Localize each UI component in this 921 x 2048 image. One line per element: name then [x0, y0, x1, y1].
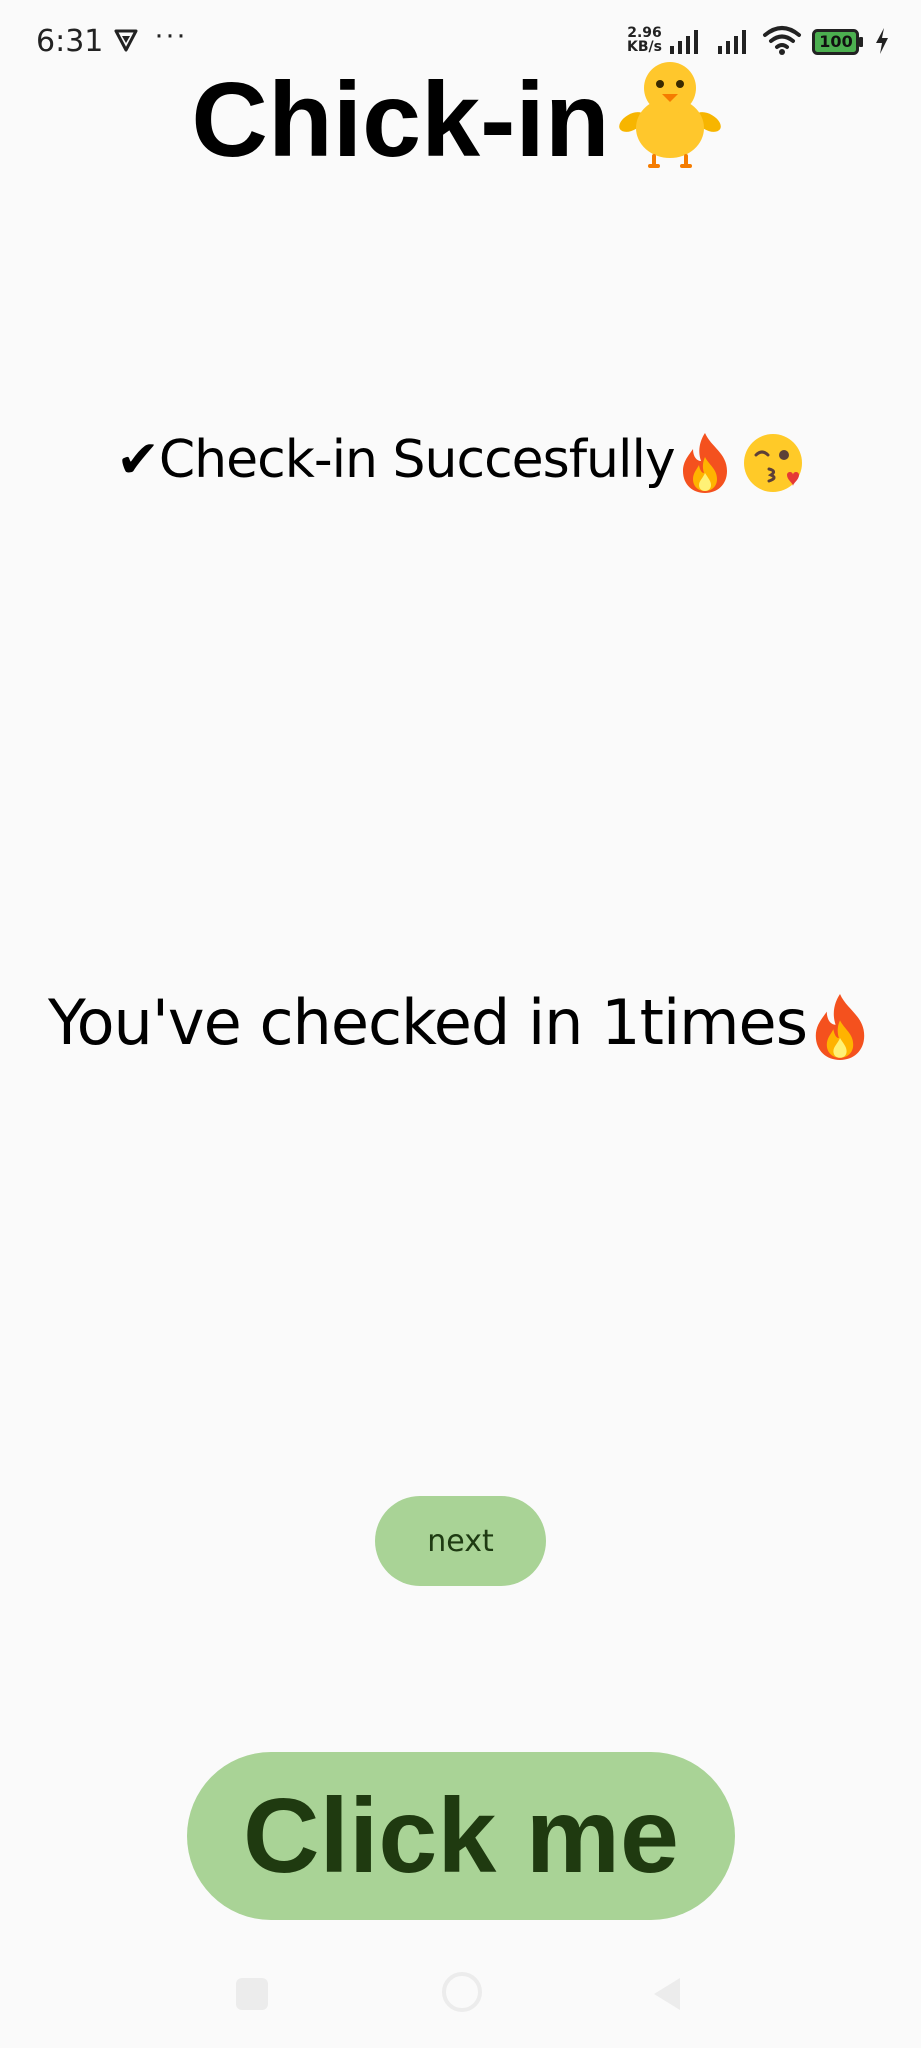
more-notifications-indicator: ···	[154, 18, 187, 51]
recents-icon[interactable]	[236, 1978, 268, 2010]
checkin-count-message: You've checked in 1times	[0, 978, 921, 1068]
network-speed-value: 2.96	[627, 25, 662, 41]
fire-icon	[815, 993, 865, 1060]
app-title: Chick-in	[0, 50, 921, 185]
back-icon[interactable]	[648, 1974, 684, 2014]
next-button[interactable]: next	[375, 1496, 546, 1586]
app-title-text: Chick-in	[191, 61, 610, 179]
checkin-count-text: You've checked in 1times	[47, 986, 808, 1059]
checkin-success-text: ✔Check-in Succesfully	[116, 430, 675, 490]
battery-level: 100	[819, 32, 853, 51]
chick-icon	[618, 62, 721, 168]
home-icon[interactable]	[442, 1972, 482, 2012]
kiss-face-icon	[743, 434, 802, 492]
click-me-button[interactable]: Click me	[187, 1752, 735, 1920]
fire-icon	[682, 433, 727, 493]
checkin-success-message: ✔Check-in Succesfully	[0, 420, 921, 500]
